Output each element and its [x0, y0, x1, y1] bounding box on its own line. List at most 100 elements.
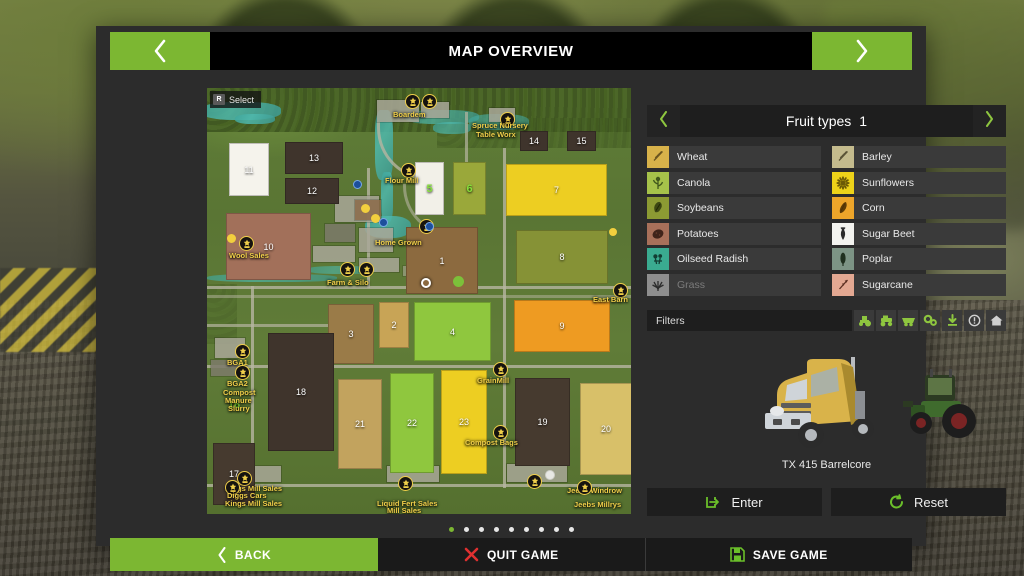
fruit-type-row[interactable]: Potatoes	[647, 223, 821, 245]
map-poi-marker[interactable]	[493, 425, 508, 440]
quit-game-button[interactable]: QUIT GAME	[378, 538, 646, 571]
map-field[interactable]: 19	[515, 378, 570, 466]
map-field[interactable]: 21	[338, 379, 382, 469]
fruit-type-row[interactable]: Soybeans	[647, 197, 821, 219]
map-panel[interactable]: 1234567891011121314151617181920212223 Bo…	[207, 88, 631, 514]
fruit-prev-button[interactable]	[647, 105, 680, 137]
fruit-type-row[interactable]: Oilseed Radish	[647, 248, 821, 270]
map-poi-marker[interactable]	[577, 480, 592, 495]
map-poi-marker[interactable]	[235, 344, 250, 359]
fruit-type-label: Corn	[854, 202, 885, 214]
map-poi-marker[interactable]	[613, 283, 628, 298]
fruit-type-row[interactable]: Canola	[647, 172, 821, 194]
filter-button-implement[interactable]	[920, 310, 940, 331]
vehicle-name: TX 415 Barrelcore	[647, 459, 1006, 471]
fruit-type-label: Oilseed Radish	[669, 253, 748, 265]
fruit-type-row[interactable]: Sugar Beet	[832, 223, 1006, 245]
map-field[interactable]: 13	[285, 142, 343, 174]
fruit-type-row[interactable]: Wheat	[647, 146, 821, 168]
pagination-dot[interactable]	[509, 527, 514, 532]
pagination-dot[interactable]	[554, 527, 559, 532]
map-field[interactable]: 12	[285, 178, 339, 204]
map-field[interactable]: 18	[268, 333, 334, 451]
enter-button[interactable]: Enter	[647, 488, 822, 516]
vehicle-marker[interactable]	[609, 228, 617, 236]
pagination-dot[interactable]	[449, 527, 454, 532]
map-overview-dialog: MAP OVERVIEW	[96, 26, 926, 546]
factory-icon	[503, 115, 513, 125]
pagination-dot[interactable]	[569, 527, 574, 532]
map-poi-marker[interactable]	[500, 112, 515, 127]
map-poi-marker[interactable]	[239, 236, 254, 251]
fruit-next-button[interactable]	[973, 105, 1006, 137]
pagination-dot[interactable]	[479, 527, 484, 532]
factory-icon	[580, 483, 590, 493]
back-button[interactable]: BACK	[110, 538, 378, 571]
map-canvas[interactable]: 1234567891011121314151617181920212223 Bo…	[207, 88, 631, 514]
map-poi-marker[interactable]	[398, 476, 413, 491]
fruit-type-row[interactable]: Corn	[832, 197, 1006, 219]
map-field[interactable]: 5	[415, 162, 444, 215]
fruit-type-row[interactable]: Poplar	[832, 248, 1006, 270]
semi-truck-icon	[755, 351, 905, 460]
map-poi-marker[interactable]	[422, 94, 437, 109]
map-field[interactable]: 6	[453, 162, 486, 215]
factory-icon	[343, 265, 353, 275]
map-field[interactable]: 15	[567, 131, 596, 151]
map-field[interactable]: 20	[580, 383, 631, 475]
pagination-dot[interactable]	[524, 527, 529, 532]
map-field-number: 1	[439, 256, 444, 266]
pagination-dot[interactable]	[539, 527, 544, 532]
map-field[interactable]: 22	[390, 373, 434, 473]
filter-button-warning[interactable]	[964, 310, 984, 331]
vehicle-marker[interactable]	[227, 234, 236, 243]
fruit-types-list: Wheat Canola Soybeans Potatoes Oilseed Radis…	[647, 146, 1006, 299]
map-poi-marker[interactable]	[225, 480, 240, 495]
map-field-number: 13	[309, 153, 319, 163]
map-poi-marker[interactable]	[527, 474, 542, 489]
vehicle-marker[interactable]	[545, 470, 555, 480]
map-field[interactable]: 11	[229, 143, 269, 196]
factory-icon	[401, 479, 411, 489]
filter-button-trailer[interactable]	[898, 310, 918, 331]
map-field[interactable]: 23	[441, 370, 487, 474]
header-next-button[interactable]	[812, 32, 912, 70]
fruit-type-row[interactable]: Sunflowers	[832, 172, 1006, 194]
map-poi-marker[interactable]	[493, 362, 508, 377]
reset-button[interactable]: Reset	[831, 488, 1006, 516]
map-field[interactable]: 9	[514, 300, 610, 352]
map-field[interactable]: 2	[379, 302, 409, 348]
filter-button-tractor[interactable]	[854, 310, 874, 331]
map-field[interactable]: 3	[328, 304, 374, 364]
fruit-type-row[interactable]: Barley	[832, 146, 1006, 168]
home-icon	[989, 314, 1004, 327]
vehicle-marker[interactable]	[361, 204, 370, 213]
radish-icon	[647, 248, 669, 270]
vehicle-preview: TX 415 Barrelcore	[647, 345, 1006, 457]
vehicle-marker[interactable]	[425, 222, 434, 231]
pagination-dot[interactable]	[494, 527, 499, 532]
farm-building	[211, 360, 237, 376]
filter-button-harvester[interactable]	[876, 310, 896, 331]
vehicle-marker[interactable]	[379, 218, 388, 227]
select-hint: R Select	[210, 91, 261, 108]
map-field[interactable]: 16	[221, 398, 247, 412]
map-poi-marker[interactable]	[401, 163, 416, 178]
map-poi-marker[interactable]	[405, 94, 420, 109]
map-field[interactable]: 1	[406, 227, 478, 294]
header-prev-button[interactable]	[110, 32, 210, 70]
map-poi-marker[interactable]	[340, 262, 355, 277]
map-field[interactable]: 7	[506, 164, 607, 216]
vehicle-marker[interactable]	[353, 180, 362, 189]
map-poi-marker[interactable]	[359, 262, 374, 277]
map-field[interactable]: 14	[520, 131, 548, 151]
pagination-dot[interactable]	[464, 527, 469, 532]
map-poi-marker[interactable]	[235, 365, 250, 380]
fruit-type-row[interactable]: Sugarcane	[832, 274, 1006, 296]
map-field[interactable]: 8	[516, 230, 608, 284]
filter-button-home[interactable]	[986, 310, 1006, 331]
filter-button-unload[interactable]	[942, 310, 962, 331]
map-field[interactable]: 4	[414, 302, 491, 361]
vehicle-marker[interactable]	[453, 276, 464, 287]
save-game-button[interactable]: SAVE GAME	[646, 538, 913, 571]
